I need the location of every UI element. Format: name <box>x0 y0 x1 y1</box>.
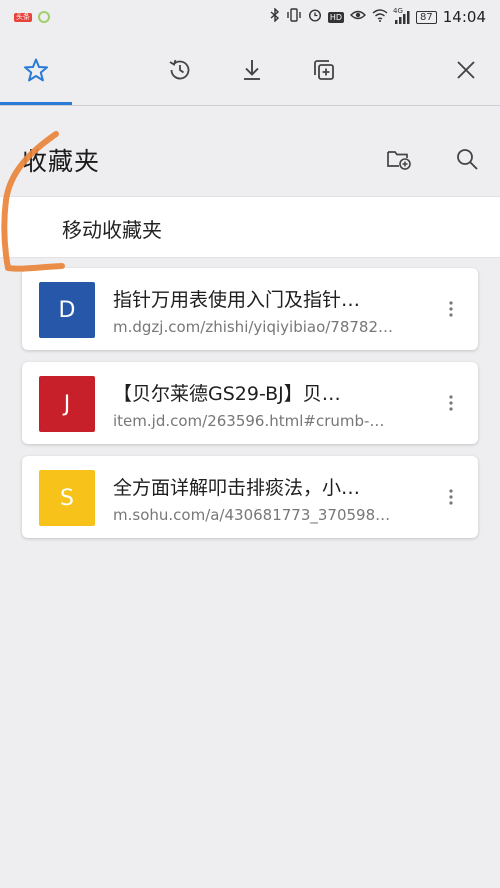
status-left: 头条 <box>14 11 50 23</box>
status-bar: 头条 HD 4G 87 14:04 <box>0 0 500 34</box>
favorite-title: 全方面详解叩击排痰法，小… <box>113 477 361 499</box>
close-button[interactable] <box>450 54 482 86</box>
signal-icon: 4G <box>393 7 410 24</box>
alarm-icon <box>308 8 322 26</box>
status-right: HD 4G 87 14:04 <box>270 7 486 26</box>
favicon: D <box>39 282 95 338</box>
favorite-title: 【贝尔莱德GS29-BJ】贝… <box>113 383 341 405</box>
star-icon <box>24 58 48 82</box>
close-icon <box>457 61 475 79</box>
active-tab-indicator <box>0 102 72 105</box>
tab-favorites[interactable] <box>20 54 52 86</box>
more-options-button[interactable] <box>436 294 466 324</box>
search-button[interactable] <box>452 144 482 174</box>
tab-bar <box>0 34 500 106</box>
wifi-icon <box>372 8 388 26</box>
move-favorites-row[interactable]: 移动收藏夹 <box>0 196 500 258</box>
download-icon <box>244 60 260 80</box>
more-vertical-icon <box>449 301 453 317</box>
favorite-item[interactable]: D 指针万用表使用入门及指针… m.dgzj.com/zhishi/yiqiyi… <box>22 268 478 350</box>
network-type-label: 4G <box>393 6 403 15</box>
more-options-button[interactable] <box>436 388 466 418</box>
favorites-header: 收藏夹 <box>0 126 500 188</box>
new-folder-button[interactable] <box>384 144 414 174</box>
favorite-title: 指针万用表使用入门及指针… <box>113 289 361 311</box>
search-icon <box>457 149 478 170</box>
tab-history[interactable] <box>164 54 196 86</box>
tab-downloads[interactable] <box>236 54 268 86</box>
favorite-url: m.dgzj.com/zhishi/yiqiyibiao/78782… <box>113 318 394 336</box>
favorite-item[interactable]: J 【贝尔莱德GS29-BJ】贝… item.jd.com/263596.htm… <box>22 362 478 444</box>
more-vertical-icon <box>449 395 453 411</box>
favorite-url: item.jd.com/263596.html#crumb-… <box>113 412 385 430</box>
eye-icon <box>350 9 367 25</box>
bluetooth-icon <box>270 7 280 26</box>
tab-tabs[interactable] <box>308 54 340 86</box>
favorite-item[interactable]: S 全方面详解叩击排痰法，小… m.sohu.com/a/430681773_3… <box>22 456 478 538</box>
hd-icon: HD <box>327 11 345 23</box>
new-folder-icon <box>387 151 411 170</box>
more-vertical-icon <box>449 489 453 505</box>
news-app-badge: 头条 <box>14 12 32 22</box>
status-time: 14:04 <box>442 8 486 26</box>
history-icon <box>169 59 190 80</box>
favicon: J <box>39 376 95 432</box>
vibrate-icon <box>286 8 302 26</box>
tabs-icon <box>314 60 334 80</box>
move-favorites-label: 移动收藏夹 <box>62 218 162 242</box>
favorite-url: m.sohu.com/a/430681773_370598… <box>113 506 391 524</box>
battery-icon: 87 <box>416 10 437 24</box>
annotation-stroke <box>1 131 65 272</box>
more-options-button[interactable] <box>436 482 466 512</box>
favicon: S <box>39 470 95 526</box>
app-notification-icon <box>38 11 50 23</box>
